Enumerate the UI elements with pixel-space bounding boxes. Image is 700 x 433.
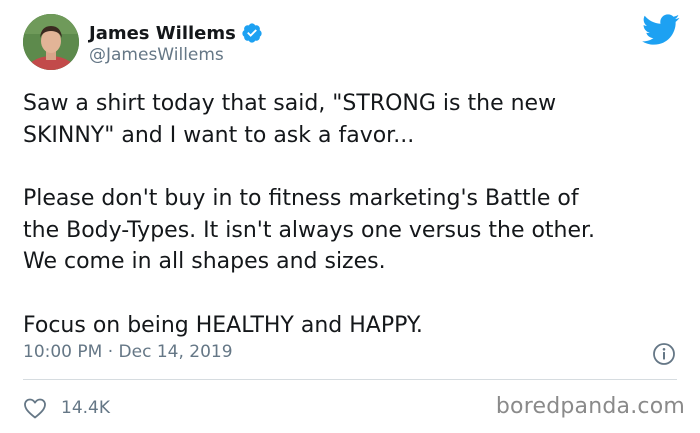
twitter-bird-icon[interactable] [642,14,680,46]
tweet-paragraph: Saw a shirt today that said, "STRONG is … [23,91,557,148]
like-count: 14.4K [61,398,110,418]
avatar-photo [23,14,79,70]
watermark: boredpanda.com [495,394,685,419]
like-button[interactable]: 14.4K [23,396,110,420]
heart-icon [23,397,47,419]
tweet-text: Saw a shirt today that said, "STRONG is … [23,88,691,341]
author-display-name[interactable]: James Willems [89,23,236,44]
info-icon[interactable] [652,342,676,366]
verified-badge-icon [241,22,263,44]
author-handle[interactable]: @JamesWillems [89,45,224,65]
avatar[interactable] [23,14,79,70]
tweet-paragraph: Focus on being HEALTHY and HAPPY. [23,312,423,338]
tweet-timestamp[interactable]: 10:00 PM · Dec 14, 2019 [23,342,233,362]
divider [23,379,677,380]
author-name-row: James Willems [89,21,263,45]
tweet-paragraph: Please don't buy in to fitness marketing… [23,186,596,274]
